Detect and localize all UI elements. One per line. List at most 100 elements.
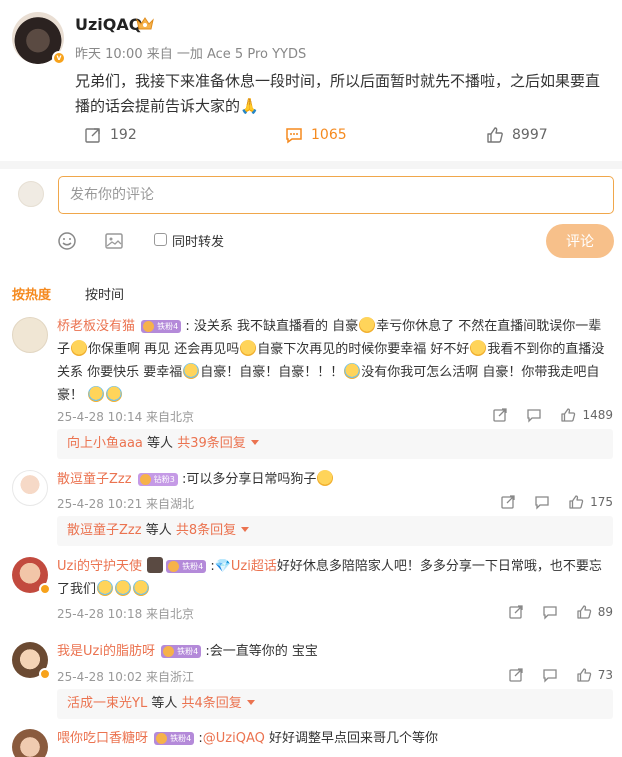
commenter-name[interactable]: 散逗童子Zzz <box>57 472 132 487</box>
author-avatar[interactable]: v <box>12 12 66 65</box>
comment-text: 桥老板没有猫 铁粉4 : 没关系 我不缺直播看的 自豪 幸亏你休息了 不然在直播间… <box>57 317 605 403</box>
reply-icon <box>543 669 557 683</box>
reply-button[interactable] <box>542 667 558 683</box>
smile-emoji-icon <box>71 340 88 356</box>
verified-badge-icon: v <box>52 51 66 65</box>
reply-button[interactable] <box>526 407 542 423</box>
topic-link[interactable]: 💎Uzi超话 <box>215 559 277 574</box>
cry-emoji-icon <box>88 386 105 402</box>
commenter-avatar[interactable] <box>12 642 51 680</box>
cry-emoji-icon <box>183 363 200 379</box>
commenter-name[interactable]: 桥老板没有猫 <box>57 319 135 334</box>
comment-actions: 175 <box>482 494 613 510</box>
share-icon <box>493 408 508 422</box>
commenter-avatar[interactable] <box>12 557 51 595</box>
section-divider <box>0 161 622 169</box>
fan-badge: 铁粉4 <box>161 645 202 658</box>
like-button[interactable]: 8997 <box>486 126 548 144</box>
cry-emoji-icon <box>97 580 114 596</box>
commenter-name[interactable]: 我是Uzi的脂肪呀 <box>57 644 155 659</box>
comment-like-button[interactable]: 1489 <box>560 407 613 423</box>
tab-sort-time[interactable]: 按时间 <box>85 284 124 303</box>
fan-badge: 铁粉4 <box>166 560 207 573</box>
cry-emoji-icon <box>344 363 361 379</box>
post-meta: 昨天 10:00 来自 一加 Ace 5 Pro YYDS <box>75 47 307 62</box>
expand-caret-icon <box>241 527 250 532</box>
comment-actions: 73 <box>490 667 613 683</box>
comment-icon <box>286 128 302 144</box>
thumbs-up-icon <box>577 668 591 682</box>
reply-button[interactable] <box>542 604 558 620</box>
tab-sort-hot[interactable]: 按热度 <box>12 284 51 303</box>
reply-summary[interactable]: 向上小鱼aaa 等人 共39条回复 <box>57 429 613 459</box>
share-button[interactable] <box>492 407 508 423</box>
commenter-avatar[interactable] <box>12 317 48 353</box>
smile-emoji-icon <box>240 340 257 356</box>
share-icon <box>509 668 523 682</box>
repost-label[interactable]: 同时转发 <box>172 231 224 250</box>
author-name[interactable]: UziQAQ <box>75 15 142 34</box>
emoji-icon[interactable] <box>57 231 77 251</box>
comment-actions: 1489 <box>474 407 613 423</box>
thumbs-up-icon <box>577 605 591 619</box>
cry-emoji-icon <box>115 580 132 596</box>
comment-meta: 25-4-28 10:21 来自湖北 <box>57 497 195 511</box>
fan-badge: 钻粉3 <box>137 473 178 486</box>
commenter-name[interactable]: Uzi的守护天使 <box>57 559 142 574</box>
reply-icon <box>543 606 557 620</box>
share-button[interactable] <box>500 494 516 510</box>
expand-caret-icon <box>250 440 259 445</box>
smile-emoji-icon <box>470 340 487 356</box>
mention-link[interactable]: @UziQAQ <box>203 731 265 746</box>
comment-meta: 25-4-28 10:02 来自浙江 <box>57 670 195 684</box>
image-icon[interactable] <box>104 231 124 251</box>
comment-like-button[interactable]: 89 <box>576 604 613 620</box>
comment-input[interactable] <box>58 176 614 214</box>
reply-summary[interactable]: 活成一束光YL 等人 共4条回复 <box>57 689 613 719</box>
comment-meta: 25-4-28 10:18 来自北京 <box>57 607 195 621</box>
comment-text: 喂你吃口香糖呀 铁粉4 :@UziQAQ 好好调整早点回来哥几个等你 <box>57 731 438 746</box>
comment-text: 我是Uzi的脂肪呀 铁粉4 :会一直等你的 宝宝 <box>57 644 318 659</box>
share-button[interactable] <box>508 667 524 683</box>
comment-like-button[interactable]: 73 <box>576 667 613 683</box>
comment-text: 散逗童子Zzz 钻粉3 :可以多分享日常吗狗子 <box>57 468 613 491</box>
repost-icon <box>85 128 100 143</box>
commenter-avatar[interactable] <box>12 470 48 506</box>
comment-actions: 89 <box>490 604 613 620</box>
repost-checkbox[interactable] <box>154 233 167 246</box>
commenter-avatar[interactable] <box>12 729 48 757</box>
crown-icon <box>136 17 154 30</box>
reply-icon <box>535 496 549 510</box>
repost-button[interactable]: 192 <box>84 126 137 144</box>
comment-meta: 25-4-28 10:14 来自北京 <box>57 410 195 424</box>
thumbs-up-icon <box>487 127 503 143</box>
verified-badge-icon <box>39 583 51 595</box>
smile-emoji-icon <box>359 317 376 333</box>
fan-badge: 铁粉4 <box>154 732 195 745</box>
comment-like-button[interactable]: 175 <box>568 494 613 510</box>
cry-emoji-icon <box>133 580 150 596</box>
commenter-name[interactable]: 喂你吃口香糖呀 <box>57 731 148 746</box>
reply-summary[interactable]: 散逗童子Zzz 等人 共8条回复 <box>57 516 613 546</box>
share-button[interactable] <box>508 604 524 620</box>
like-count: 8997 <box>512 127 548 143</box>
repost-count: 192 <box>110 127 137 143</box>
reply-icon <box>527 409 542 423</box>
dog-emoji-icon <box>317 470 334 486</box>
reply-button[interactable] <box>534 494 550 510</box>
comment-count: 1065 <box>311 127 347 143</box>
expand-caret-icon <box>246 700 255 705</box>
verified-badge-icon <box>39 668 51 680</box>
cry-emoji-icon <box>106 386 123 402</box>
share-icon <box>501 495 515 509</box>
crown-badge-icon <box>147 557 164 573</box>
fan-badge: 铁粉4 <box>141 320 182 333</box>
post-body: 兄弟们，我接下来准备休息一段时间，所以后面暂时就先不播啦，之后如果要直播的话会提… <box>75 72 601 115</box>
comment-button[interactable]: 1065 <box>285 126 347 144</box>
thumbs-up-icon <box>569 495 584 509</box>
comment-text: Uzi的守护天使 铁粉4 :💎Uzi超话好好休息多陪陪家人吧！多多分享一下日常哦… <box>57 557 602 597</box>
my-avatar[interactable] <box>18 181 44 207</box>
share-icon <box>509 605 523 619</box>
thumbs-up-icon <box>561 408 576 422</box>
submit-comment-button[interactable]: 评论 <box>546 224 614 258</box>
